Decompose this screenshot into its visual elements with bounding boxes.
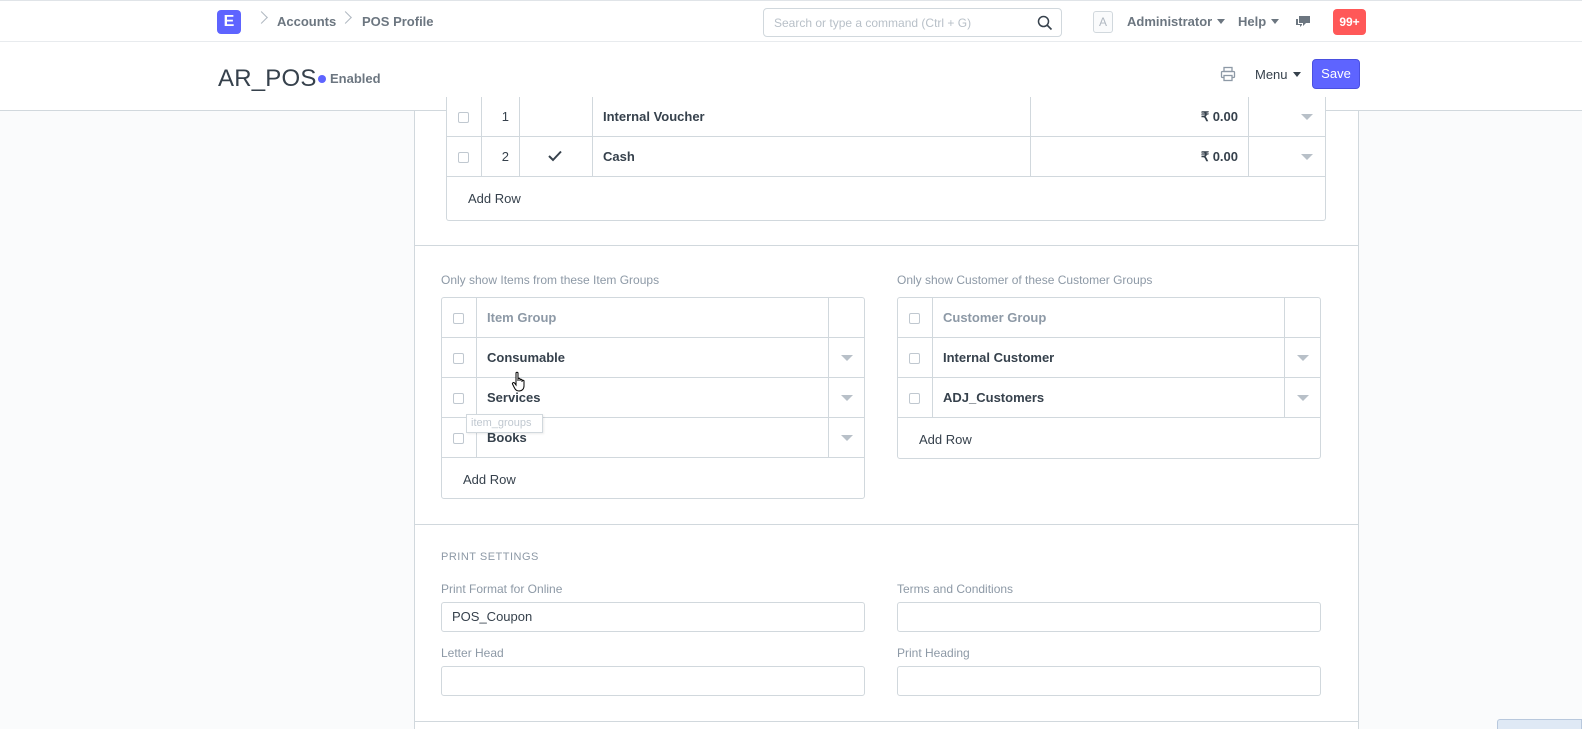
- row-edit-cell[interactable]: [1285, 378, 1320, 418]
- chevron-right-icon: [339, 11, 352, 24]
- row-index: 2: [482, 137, 520, 177]
- print-heading-label: Print Heading: [897, 646, 970, 660]
- caret-down-icon[interactable]: [841, 395, 853, 401]
- row-edit-cell[interactable]: [1249, 97, 1325, 137]
- add-row-button[interactable]: Add Row: [468, 191, 521, 206]
- row-checkbox[interactable]: [909, 353, 920, 364]
- save-button[interactable]: Save: [1312, 59, 1360, 89]
- table-row[interactable]: Internal Customer: [898, 338, 1320, 378]
- form-layout: 1 Internal Voucher ₹ 0.00 2 Cash ₹ 0.00 …: [414, 97, 1359, 729]
- amount-cell[interactable]: ₹ 0.00: [1031, 97, 1249, 137]
- select-all-checkbox[interactable]: [453, 313, 464, 324]
- row-edit-cell[interactable]: [1249, 137, 1325, 177]
- default-cell[interactable]: [520, 97, 593, 137]
- caret-down-icon[interactable]: [1297, 395, 1309, 401]
- section-divider: [415, 245, 1358, 246]
- caret-down-icon: [1217, 19, 1226, 24]
- app-logo[interactable]: E: [217, 10, 241, 34]
- chat-icon[interactable]: [1295, 15, 1311, 29]
- table-row[interactable]: ADJ_Customers: [898, 378, 1320, 418]
- section-heading-print-settings: PRINT SETTINGS: [441, 551, 539, 563]
- menu-label: Menu: [1255, 67, 1288, 82]
- breadcrumb-pos-profile[interactable]: POS Profile: [362, 14, 434, 29]
- caret-down-icon[interactable]: [1297, 355, 1309, 361]
- add-row-button[interactable]: Add Row: [919, 432, 972, 447]
- user-name: Administrator: [1127, 14, 1213, 29]
- status-badge: Enabled: [330, 71, 381, 86]
- notifications-badge[interactable]: 99+: [1333, 9, 1366, 35]
- print-heading-field[interactable]: [897, 666, 1321, 696]
- caret-down-icon[interactable]: [1301, 114, 1313, 120]
- page-title: AR_POS: [218, 65, 317, 92]
- row-edit-cell[interactable]: [829, 338, 864, 378]
- print-format-field[interactable]: POS_Coupon: [441, 602, 865, 632]
- row-edit-cell[interactable]: [829, 378, 864, 418]
- help-label: Help: [1238, 14, 1267, 29]
- customer-groups-table: Customer Group Internal Customer ADJ_Cus…: [897, 297, 1321, 459]
- section-divider: [415, 524, 1358, 525]
- caret-down-icon[interactable]: [1301, 154, 1313, 160]
- table-row[interactable]: 2 Cash ₹ 0.00: [447, 137, 1325, 177]
- section-divider: [415, 721, 1358, 722]
- row-checkbox[interactable]: [453, 393, 464, 404]
- user-dropdown[interactable]: Administrator: [1127, 14, 1226, 29]
- letter-head-label: Letter Head: [441, 646, 504, 660]
- navbar: E Accounts POS Profile A Administrator H…: [0, 0, 1582, 42]
- status-indicator-dot: [318, 75, 326, 83]
- caret-down-icon[interactable]: [841, 435, 853, 441]
- column-header-item-group: Item Group: [477, 298, 829, 338]
- breadcrumb-accounts[interactable]: Accounts: [277, 14, 336, 29]
- amount-cell[interactable]: ₹ 0.00: [1031, 137, 1249, 177]
- row-checkbox[interactable]: [458, 152, 469, 163]
- table-row[interactable]: Consumable: [442, 338, 864, 378]
- terms-field[interactable]: [897, 602, 1321, 632]
- table-header: Customer Group: [898, 298, 1320, 338]
- field-tooltip: item_groups: [466, 414, 543, 433]
- row-index: 1: [482, 97, 520, 137]
- mode-of-payment-cell[interactable]: Internal Voucher: [593, 97, 1031, 137]
- customer-group-cell[interactable]: ADJ_Customers: [933, 378, 1285, 418]
- awesome-bar: [763, 8, 1062, 37]
- print-icon[interactable]: [1220, 66, 1236, 82]
- item-groups-table: Item Group Consumable Services Books Add…: [441, 297, 865, 499]
- row-checkbox[interactable]: [909, 393, 920, 404]
- search-icon[interactable]: [1037, 15, 1053, 31]
- caret-down-icon: [1271, 19, 1280, 24]
- row-edit-cell[interactable]: [829, 418, 864, 458]
- payments-table: 1 Internal Voucher ₹ 0.00 2 Cash ₹ 0.00 …: [446, 97, 1326, 221]
- item-group-cell[interactable]: Services: [477, 378, 829, 418]
- letter-head-field[interactable]: [441, 666, 865, 696]
- corner-widget[interactable]: [1497, 719, 1582, 729]
- table-row[interactable]: Services: [442, 378, 864, 418]
- customer-group-cell[interactable]: Internal Customer: [933, 338, 1285, 378]
- row-checkbox[interactable]: [458, 112, 469, 123]
- print-format-label: Print Format for Online: [441, 582, 563, 596]
- row-checkbox[interactable]: [453, 433, 464, 444]
- caret-down-icon: [1292, 72, 1301, 77]
- hand-cursor-icon: [511, 371, 525, 392]
- table-header: Item Group: [442, 298, 864, 338]
- row-checkbox[interactable]: [453, 353, 464, 364]
- menu-dropdown[interactable]: Menu: [1255, 67, 1301, 82]
- item-group-cell[interactable]: Consumable: [477, 338, 829, 378]
- avatar[interactable]: A: [1093, 11, 1113, 33]
- item-groups-label: Only show Items from these Item Groups: [441, 273, 660, 287]
- checkmark-icon: [548, 150, 562, 162]
- mode-of-payment-cell[interactable]: Cash: [593, 137, 1031, 177]
- help-dropdown[interactable]: Help: [1238, 14, 1280, 29]
- terms-label: Terms and Conditions: [897, 582, 1014, 596]
- search-input[interactable]: [764, 9, 1024, 36]
- default-cell[interactable]: [520, 137, 593, 177]
- chevron-right-icon: [255, 11, 268, 24]
- select-all-checkbox[interactable]: [909, 313, 920, 324]
- customer-groups-label: Only show Customer of these Customer Gro…: [897, 273, 1153, 287]
- add-row-button[interactable]: Add Row: [463, 472, 516, 487]
- caret-down-icon[interactable]: [841, 355, 853, 361]
- table-row[interactable]: 1 Internal Voucher ₹ 0.00: [447, 97, 1325, 137]
- row-edit-cell[interactable]: [1285, 338, 1320, 378]
- column-header-customer-group: Customer Group: [933, 298, 1285, 338]
- page-body: 1 Internal Voucher ₹ 0.00 2 Cash ₹ 0.00 …: [0, 97, 1582, 729]
